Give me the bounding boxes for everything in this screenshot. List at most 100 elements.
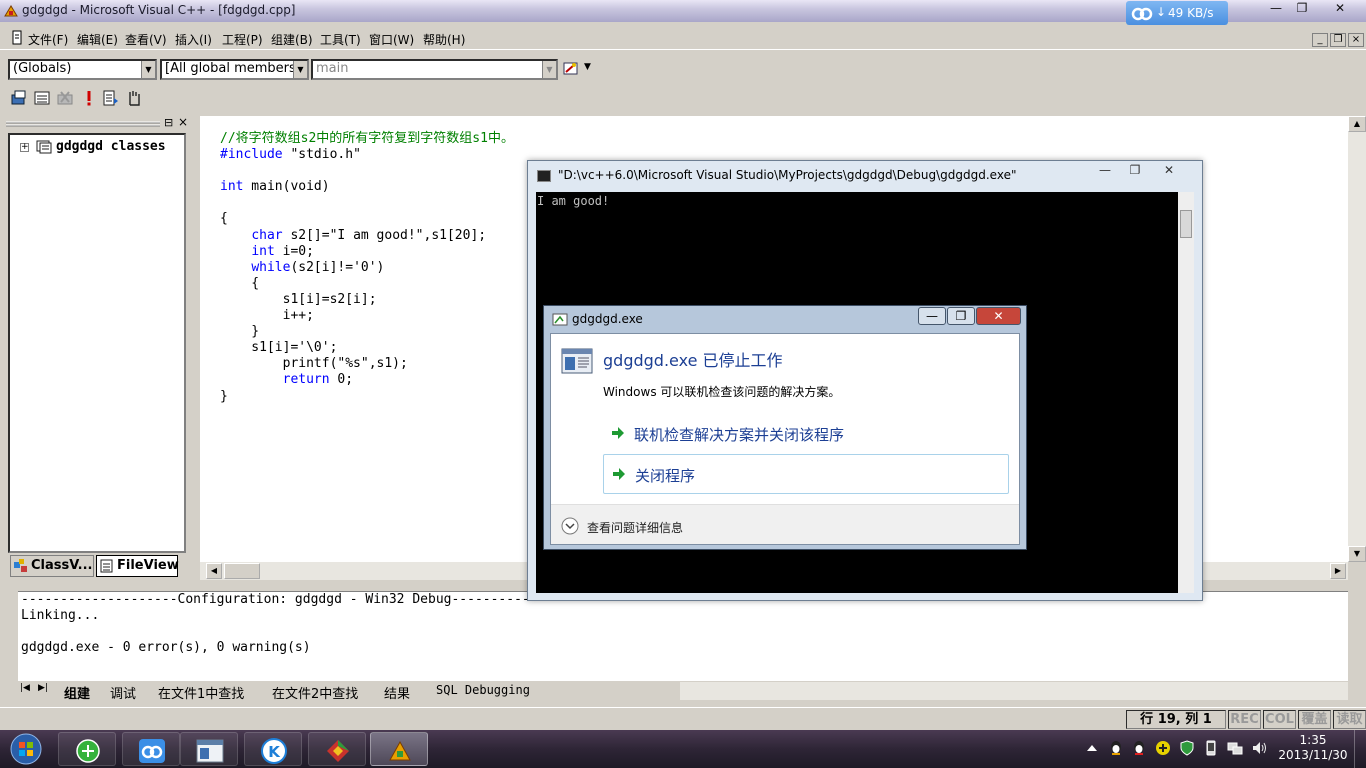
output-pane[interactable]: --------------------Configuration: gdgdg…: [18, 591, 1348, 681]
scroll-up-button[interactable]: ▲: [1348, 116, 1366, 132]
member-combo-dropdown[interactable]: ▼: [542, 61, 556, 78]
tab-debug[interactable]: 调试: [110, 683, 136, 702]
dialog-close-button[interactable]: ✕: [976, 307, 1021, 325]
code-line[interactable]: [220, 195, 514, 211]
taskbar-k-button[interactable]: K: [244, 732, 302, 766]
code-line[interactable]: {: [220, 211, 514, 227]
system-clock[interactable]: 1:35 2013/11/30: [1278, 733, 1348, 763]
tree-root-label[interactable]: gdgdgd classes: [56, 139, 166, 154]
close-button[interactable]: ✕: [1326, 1, 1354, 17]
class-combo-dropdown[interactable]: ▼: [141, 61, 155, 78]
plus-icon[interactable]: [1155, 740, 1171, 756]
code-text[interactable]: //将字符数组s2中的所有字符复到字符数组s1中。 #include "stdio…: [220, 131, 514, 405]
maximize-button[interactable]: ❐: [1288, 1, 1316, 17]
code-line[interactable]: #include "stdio.h": [220, 147, 514, 163]
mdi-close-button[interactable]: ×: [1348, 33, 1364, 47]
class-combo[interactable]: (Globals) ▼: [8, 59, 157, 80]
menu-project[interactable]: 工程(P): [222, 31, 263, 48]
console-scrollbar[interactable]: [1178, 192, 1194, 593]
mdi-minimize-button[interactable]: _: [1312, 33, 1328, 47]
tree-expander[interactable]: +: [20, 143, 29, 152]
taskbar-browser-button[interactable]: [58, 732, 116, 766]
insert-breakpoint-icon[interactable]: [125, 89, 143, 107]
menu-tools[interactable]: 工具(T): [320, 31, 361, 48]
code-line[interactable]: [220, 163, 514, 179]
network-icon[interactable]: [1227, 740, 1243, 756]
wizard-action-icon[interactable]: [562, 60, 580, 78]
show-desktop-button[interactable]: [1354, 730, 1366, 768]
tab-fileview[interactable]: FileView: [96, 555, 179, 577]
scroll-right-button[interactable]: ▶: [1330, 563, 1346, 579]
scroll-left-button[interactable]: ◀: [206, 563, 222, 579]
tab-build[interactable]: 组建: [64, 683, 90, 702]
taskbar-vc-button[interactable]: [370, 732, 428, 766]
member-combo[interactable]: main ▼: [311, 59, 558, 80]
code-line[interactable]: int i=0;: [220, 244, 514, 260]
tab-find-in-files-1[interactable]: 在文件1中查找: [158, 683, 244, 702]
wizard-action-dropdown[interactable]: ▼: [584, 62, 591, 72]
class-view-tree[interactable]: + gdgdgd classes: [8, 133, 186, 553]
code-line[interactable]: {: [220, 276, 514, 292]
console-close-button[interactable]: ✕: [1152, 162, 1186, 180]
code-line[interactable]: i++;: [220, 308, 514, 324]
console-minimize-button[interactable]: —: [1088, 162, 1122, 180]
taskbar-cloud-button[interactable]: [122, 732, 180, 766]
tab-classview[interactable]: ClassV...: [10, 555, 94, 577]
code-line[interactable]: //将字符数组s2中的所有字符复到字符数组s1中。: [220, 131, 514, 147]
tab-results[interactable]: 结果: [384, 683, 410, 702]
scroll-down-button[interactable]: ▼: [1348, 546, 1366, 562]
tab-sql-debugging[interactable]: SQL Debugging: [436, 683, 530, 697]
taskbar-window-button[interactable]: [180, 732, 238, 766]
console-maximize-button[interactable]: ❐: [1118, 162, 1152, 180]
menu-window[interactable]: 窗口(W): [369, 31, 414, 48]
code-line[interactable]: while(s2[i]!='0'): [220, 260, 514, 276]
net-speed-widget[interactable]: ↓ 49 KB/s: [1126, 1, 1228, 25]
stop-build-icon[interactable]: [56, 89, 74, 107]
start-button[interactable]: [6, 732, 46, 766]
tab-scroll-left-icon[interactable]: |◀: [20, 683, 30, 693]
show-hidden-icon[interactable]: [1084, 740, 1100, 756]
code-line[interactable]: }: [220, 324, 514, 340]
code-line[interactable]: printf("%s",s1);: [220, 356, 514, 372]
menu-insert[interactable]: 插入(I): [175, 31, 212, 48]
menu-build[interactable]: 组建(B): [271, 31, 313, 48]
workspace-float-icon[interactable]: ⊟: [164, 116, 173, 129]
build-icon[interactable]: [33, 89, 51, 107]
menu-view[interactable]: 查看(V): [125, 31, 167, 48]
code-line[interactable]: char s2[]="I am good!",s1[20];: [220, 228, 514, 244]
menu-edit[interactable]: 编辑(E): [77, 31, 118, 48]
taskbar-media-button[interactable]: [308, 732, 366, 766]
qq-icon[interactable]: [1108, 740, 1124, 756]
vc-app-icon[interactable]: [3, 3, 19, 19]
go-icon[interactable]: [102, 89, 120, 107]
code-line[interactable]: return 0;: [220, 372, 514, 388]
code-line[interactable]: s1[i]='\0';: [220, 340, 514, 356]
code-line[interactable]: int main(void): [220, 179, 514, 195]
tab-find-in-files-2[interactable]: 在文件2中查找: [272, 683, 358, 702]
dialog-minimize-button[interactable]: —: [918, 307, 946, 325]
dialog-maximize-button[interactable]: ❐: [947, 307, 975, 325]
workspace-header[interactable]: ⊟ ×: [6, 115, 190, 131]
editor-vertical-scrollbar[interactable]: ▲ ▼: [1348, 116, 1366, 562]
view-problem-details-link[interactable]: 查看问题详细信息: [587, 519, 683, 536]
scroll-thumb[interactable]: [224, 563, 260, 579]
code-line[interactable]: s1[i]=s2[i];: [220, 292, 514, 308]
mdi-restore-button[interactable]: ❐: [1330, 33, 1346, 47]
shield-icon[interactable]: [1179, 740, 1195, 756]
close-program-option[interactable]: 关闭程序: [603, 454, 1009, 494]
chevron-down-icon[interactable]: [561, 517, 579, 535]
menu-help[interactable]: 帮助(H): [423, 31, 465, 48]
error-dialog[interactable]: gdgdgd.exe — ❐ ✕ gdgdgd.exe 已停止工作 Window…: [543, 305, 1027, 550]
tab-scroll-right-icon[interactable]: ▶|: [38, 683, 48, 693]
menu-file[interactable]: 文件(F): [28, 31, 68, 48]
filter-combo-dropdown[interactable]: ▼: [293, 61, 307, 78]
qq-icon-2[interactable]: [1131, 740, 1147, 756]
minimize-button[interactable]: —: [1262, 1, 1290, 17]
filter-combo[interactable]: [All global members ▼: [160, 59, 309, 80]
phone-icon[interactable]: [1203, 740, 1219, 756]
code-line[interactable]: }: [220, 389, 514, 405]
output-horizontal-scrollbar[interactable]: [680, 682, 1348, 700]
execute-icon[interactable]: [80, 89, 98, 107]
console-scroll-thumb[interactable]: [1180, 210, 1192, 238]
workspace-close-button[interactable]: ×: [178, 115, 188, 129]
